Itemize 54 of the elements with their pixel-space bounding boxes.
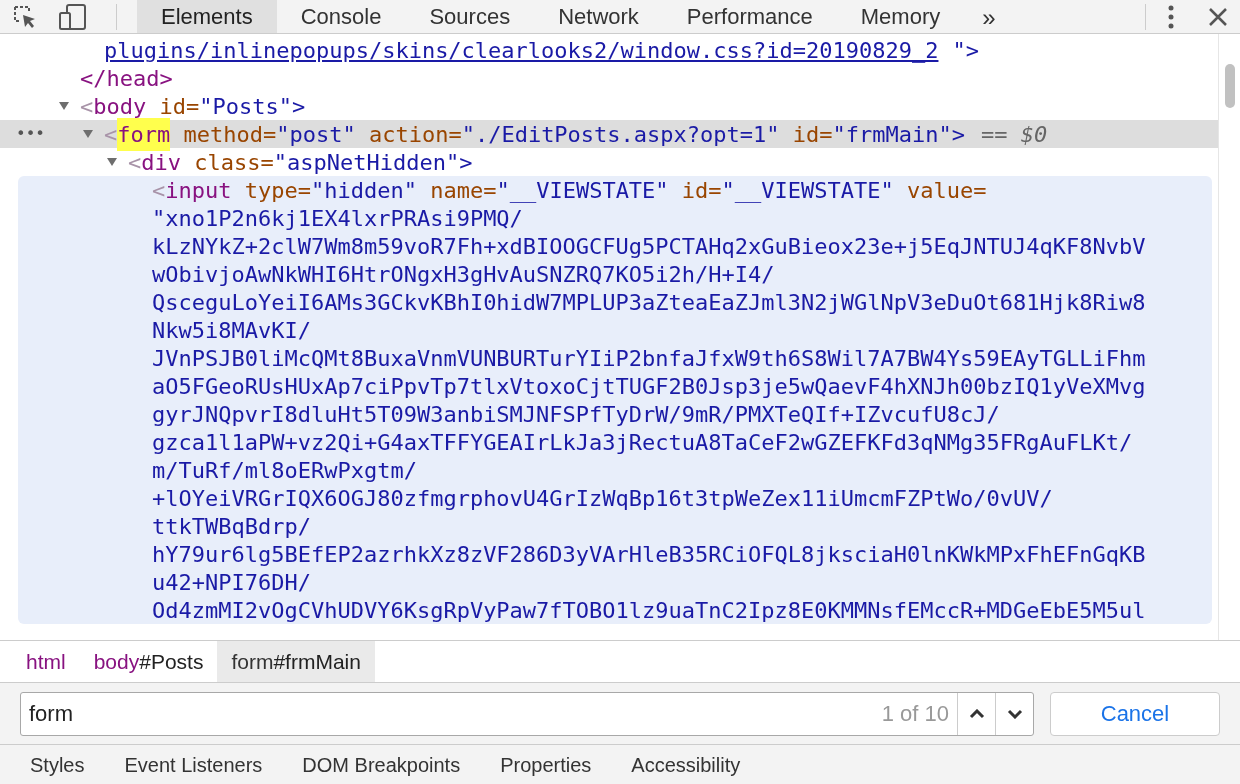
sidebar-pane-tab[interactable]: Event Listeners (124, 749, 263, 780)
tag-attributes: type="hidden" name="__VIEWSTATE" id="__VIEWSTATE" value= (243, 176, 987, 205)
sidebar-pane-tab[interactable]: Accessibility (631, 749, 741, 780)
more-actions-icon[interactable]: ••• (16, 126, 45, 142)
tag-bracket: < (80, 92, 94, 121)
sidebar-pane-tab[interactable]: Properties (500, 749, 592, 780)
tag-bracket: < (128, 148, 142, 177)
search-input[interactable]: form (21, 692, 882, 735)
panel-tab[interactable]: Memory (836, 0, 965, 33)
match-count: 1 of 10 (881, 700, 950, 728)
attribute-value: u42+NPI76DH/ (152, 568, 311, 597)
tag-name: div (141, 148, 181, 177)
search-field[interactable]: form 1 of 10 (20, 691, 1034, 736)
attribute-value: m/TuRf/ml8oERwPxgtm/ (152, 456, 417, 485)
attribute-value: Nkw5i8MAvKI/ (152, 316, 311, 345)
panel-tab[interactable]: Sources (405, 0, 535, 33)
disclosure-triangle-icon[interactable] (82, 128, 94, 140)
attribute-value: Od4zmMI2vOgCVhUDVY6KsgRpVyPaw7fTOBO1lz9uaTnC2Ipz8E0KMMNsfEMccR+MDGeEbE5M5ul (152, 596, 1146, 625)
disclosure-triangle-icon[interactable] (106, 156, 118, 168)
attribute-value: gzca1l1aPW+vz2Qi+G4axTFFYGEAIrLkJa3jRectuA8TaCeF2wGZEFKFd3qNMg35FRgAuFLKt/ (152, 428, 1133, 457)
breadcrumb[interactable]: html (12, 641, 80, 682)
search-match-tag: form (117, 117, 171, 151)
cancel-button[interactable]: Cancel (1050, 691, 1220, 736)
attribute-value: gyrJNQpvrI8dluHt5T09W3anbiSMJNFSPfTyDrW/9mR/PMXTeQIf+IZvcufU8cJ/ (152, 400, 1000, 429)
scrollbar-thumb[interactable] (1224, 64, 1235, 108)
tag-bracket: < (152, 176, 166, 205)
panel-tab[interactable]: Elements (137, 0, 277, 33)
tree-row[interactable]: ••• <form method="post" action="./EditPosts.aspx?opt=1" id="frmMain"> == $0 (0, 120, 1218, 148)
tag-name: input (165, 176, 232, 205)
attribute-value: "xno1P2n6kj1EX4lxrPRAsi9PMQ/ (152, 204, 523, 233)
panel-tab[interactable]: Network (534, 0, 663, 33)
attribute-value: ttkTWBqBdrp/ (152, 512, 311, 541)
sidebar-pane-tab[interactable]: DOM Breakpoints (302, 749, 461, 780)
attribute-value: kLzNYkZ+2clW7Wm8m59voR7Fh+xdBIOOGCFUg5PCTAHq2xGuBieox23e+j5EqJNTUJ4qKF8NvbV (152, 232, 1146, 261)
attribute-value: hY79ur6lg5BEfEP2azrhkXz8zVF286D3yVArHleB35RCiOFQL8jksciaH0lnKWkMPxFhEFnGqKB (152, 540, 1146, 569)
attribute-quote-end: "> (952, 36, 979, 65)
attribute-value: QsceguLoYeiI6AMs3GCkvKBhI0hidW7MPLUP3aZteaEaZJml3N2jWGlNpV3eDuOt681Hjk8Riw8 (152, 288, 1146, 317)
more-tabs-button[interactable]: » (964, 0, 1014, 33)
attribute-value: aO5FGeoRUsHUxAp7ciPpvTp7tlxVtoxoCjtTUGF2B0Jsp3je5wQaevF4hXNJh00bzIQ1yVeXMvg (152, 372, 1146, 401)
breadcrumb[interactable]: body#Posts (79, 641, 218, 682)
panel-tab[interactable]: Performance (662, 0, 837, 33)
attribute-value: wObivjoAwNkWHI6HtrONgxH3gHvAuSNZRQ7KO5i2h/H+I4/ (152, 260, 775, 289)
chevron-up-icon (968, 708, 985, 719)
sidebar-pane-tab[interactable]: Styles (30, 749, 85, 780)
panel-tab[interactable]: Console (276, 0, 406, 33)
chevron-down-icon (1006, 708, 1023, 719)
selected-node-marker: == $0 (981, 120, 1048, 149)
attribute-value: +lOYeiVRGrIQX6OGJ80zfmgrphovU4GrIzWqBp16t3tpWeZex11iUmcmFZPtWo/0vUV/ (152, 484, 1053, 513)
attribute-value: JVnPSJB0liMcQMt8BuxaVnmVUNBURTurYIiP2bnfaJfxW9th6S8Wil7A7BW4Ys59EAyTGLLiFhm (152, 344, 1146, 373)
disclosure-triangle-icon[interactable] (58, 100, 70, 112)
tag-bracket: < (104, 120, 118, 149)
breadcrumb[interactable]: form#frmMain (217, 641, 375, 682)
tag-attributes: class="aspNetHidden"> (193, 148, 473, 177)
tag-attributes: method="post" action="./EditPosts.aspx?opt=1" id="frmMain"> (182, 120, 965, 149)
